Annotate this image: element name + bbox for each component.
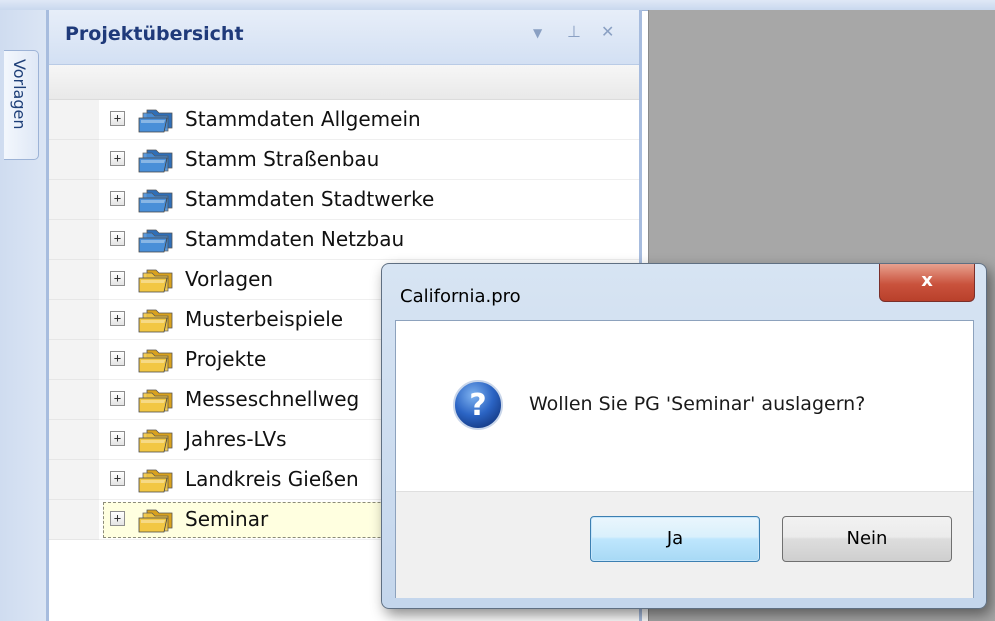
tree-item-label: Jahres-LVs <box>185 427 287 451</box>
tree-item-label: Stamm Straßenbau <box>185 147 380 171</box>
tree-column-header <box>49 65 639 100</box>
row-gutter <box>49 260 99 300</box>
tree-row[interactable]: + Stamm Straßenbau <box>49 140 639 180</box>
side-tab-label: Vorlagen <box>10 59 29 130</box>
tree-item-label: Musterbeispiele <box>185 307 344 331</box>
folder-icon <box>138 229 173 253</box>
pin-icon[interactable]: ⊥ <box>567 22 581 41</box>
tree-item-label: Messeschnellweg <box>185 387 360 411</box>
row-gutter <box>49 340 99 380</box>
tree-row[interactable]: + Stammdaten Allgemein <box>49 100 639 140</box>
expand-icon[interactable]: + <box>110 351 125 366</box>
confirm-dialog: California.pro x ? Wollen Sie PG 'Semina… <box>381 263 987 609</box>
expand-icon[interactable]: + <box>110 231 125 246</box>
expand-icon[interactable]: + <box>110 271 125 286</box>
row-gutter <box>49 300 99 340</box>
tree-item-label: Stammdaten Netzbau <box>185 227 405 251</box>
side-tab-vorlagen[interactable]: Vorlagen <box>4 50 39 160</box>
yes-button[interactable]: Ja <box>590 516 760 562</box>
dropdown-icon[interactable]: ▼ <box>533 26 542 40</box>
row-gutter <box>49 140 99 180</box>
folder-icon <box>138 269 173 293</box>
panel-header: Projektübersicht ▼ ⊥ ✕ <box>49 10 639 65</box>
dialog-client-area: ? Wollen Sie PG 'Seminar' auslagern? Ja … <box>395 320 974 598</box>
panel-title: Projektübersicht <box>65 23 244 45</box>
dialog-message: Wollen Sie PG 'Seminar' auslagern? <box>529 393 866 415</box>
question-glyph: ? <box>469 388 486 423</box>
dialog-body: ? Wollen Sie PG 'Seminar' auslagern? <box>396 321 973 491</box>
expand-icon[interactable]: + <box>110 151 125 166</box>
folder-icon <box>138 389 173 413</box>
expand-icon[interactable]: + <box>110 471 125 486</box>
row-gutter <box>49 460 99 500</box>
folder-icon <box>138 109 173 133</box>
tree-row[interactable]: + Stammdaten Stadtwerke <box>49 180 639 220</box>
tree-row[interactable]: + Stammdaten Netzbau <box>49 220 639 260</box>
row-gutter <box>49 380 99 420</box>
row-gutter <box>49 180 99 220</box>
tree-item-label: Stammdaten Stadtwerke <box>185 187 435 211</box>
row-gutter <box>49 220 99 260</box>
folder-icon <box>138 349 173 373</box>
tree-item-label: Stammdaten Allgemein <box>185 107 421 131</box>
dialog-title: California.pro <box>400 286 521 307</box>
expand-icon[interactable]: + <box>110 431 125 446</box>
tree-item-label: Projekte <box>185 347 267 371</box>
row-gutter <box>49 420 99 460</box>
row-gutter <box>49 500 99 540</box>
folder-icon <box>138 309 173 333</box>
no-button[interactable]: Nein <box>782 516 952 562</box>
folder-icon <box>138 509 173 533</box>
expand-icon[interactable]: + <box>110 111 125 126</box>
tree-item-label: Landkreis Gießen <box>185 467 359 491</box>
dialog-close-button[interactable]: x <box>879 264 975 302</box>
row-gutter <box>49 100 99 140</box>
expand-icon[interactable]: + <box>110 311 125 326</box>
tree-item-label: Seminar <box>185 507 269 531</box>
expand-icon[interactable]: + <box>110 191 125 206</box>
question-icon: ? <box>453 380 503 430</box>
folder-icon <box>138 189 173 213</box>
folder-icon <box>138 469 173 493</box>
dialog-footer: Ja Nein <box>396 491 973 598</box>
expand-icon[interactable]: + <box>110 511 125 526</box>
folder-icon <box>138 429 173 453</box>
expand-icon[interactable]: + <box>110 391 125 406</box>
close-icon[interactable]: ✕ <box>601 22 614 41</box>
tree-item-label: Vorlagen <box>185 267 274 291</box>
folder-icon <box>138 149 173 173</box>
